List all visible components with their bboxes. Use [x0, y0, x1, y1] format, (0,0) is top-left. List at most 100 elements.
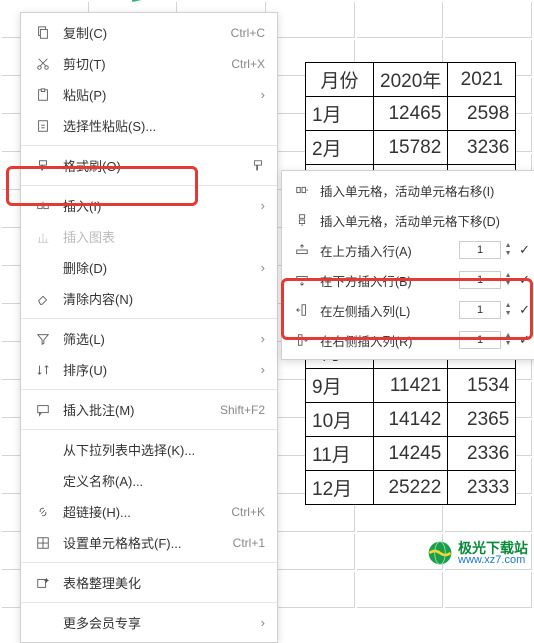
- spinner-value[interactable]: 1: [459, 271, 501, 289]
- chevron-right-icon: ›: [261, 331, 265, 346]
- col-left-spinner[interactable]: 1 ▲▼ ✓: [459, 301, 530, 319]
- menu-label: 清除内容(N): [63, 289, 265, 308]
- menu-label: 设置单元格格式(F)...: [63, 533, 233, 552]
- link-icon: [33, 505, 53, 519]
- chevron-right-icon: ›: [261, 260, 265, 275]
- menu-insert[interactable]: 插入(I) ›: [21, 190, 277, 221]
- menu-more-member[interactable]: 更多会员专享 ›: [21, 607, 277, 638]
- col-2020[interactable]: 2020年: [374, 63, 448, 97]
- scissors-icon: [33, 57, 53, 71]
- table-row: 11月142452336: [306, 437, 516, 471]
- brush-icon: [33, 159, 53, 173]
- check-icon[interactable]: ✓: [519, 272, 530, 288]
- cells-right-icon: [292, 183, 312, 197]
- table-row: 10月141422365: [306, 403, 516, 437]
- menu-format-painter[interactable]: 格式刷(O): [21, 150, 277, 181]
- row-above-icon: [292, 243, 312, 257]
- submenu-label: 在左侧插入列(L): [320, 301, 459, 320]
- menu-delete[interactable]: 删除(D) ›: [21, 252, 277, 283]
- watermark-name: 极光下载站: [458, 541, 528, 555]
- menu-sort[interactable]: 排序(U) ›: [21, 354, 277, 385]
- globe-icon: [426, 539, 454, 567]
- menu-copy[interactable]: 复制(C) Ctrl+C: [21, 17, 277, 48]
- row-below-spinner[interactable]: 1 ▲▼ ✓: [459, 271, 530, 289]
- chevron-right-icon: ›: [261, 87, 265, 102]
- sparkle-icon: [33, 576, 53, 590]
- format-painter-end-icon: [251, 159, 265, 173]
- spinner-up-icon[interactable]: ▲: [503, 272, 513, 280]
- sort-icon: [33, 363, 53, 377]
- menu-cut[interactable]: 剪切(T) Ctrl+X: [21, 48, 277, 79]
- watermark-url: www.xz7.com: [458, 555, 528, 566]
- submenu-insert-col-right[interactable]: 在右侧插入列(R) 1 ▲▼ ✓: [282, 325, 534, 355]
- table-row: 2月157823236: [306, 131, 516, 165]
- spinner-up-icon[interactable]: ▲: [503, 242, 513, 250]
- spinner-up-icon[interactable]: ▲: [503, 332, 513, 340]
- menu-label: 粘贴(P): [63, 85, 253, 104]
- spinner-down-icon[interactable]: ▼: [503, 250, 513, 258]
- menu-label: 超链接(H)...: [63, 502, 231, 521]
- check-icon[interactable]: ✓: [519, 302, 530, 318]
- col-right-spinner[interactable]: 1 ▲▼ ✓: [459, 331, 530, 349]
- menu-label: 表格整理美化: [63, 573, 265, 592]
- submenu-label: 插入单元格，活动单元格下移(D): [320, 211, 530, 230]
- menu-filter[interactable]: 筛选(L) ›: [21, 323, 277, 354]
- menu-paste[interactable]: 粘贴(P) ›: [21, 79, 277, 110]
- submenu-insert-col-left[interactable]: 在左侧插入列(L) 1 ▲▼ ✓: [282, 295, 534, 325]
- spinner-value[interactable]: 1: [459, 301, 501, 319]
- submenu-label: 在右侧插入列(R): [320, 331, 459, 350]
- submenu-insert-row-below[interactable]: 在下方插入行(B) 1 ▲▼ ✓: [282, 265, 534, 295]
- menu-label: 插入图表: [63, 227, 265, 246]
- menu-table-beautify[interactable]: 表格整理美化: [21, 567, 277, 598]
- menu-label: 定义名称(A)...: [63, 471, 265, 490]
- submenu-insert-cells-down[interactable]: 插入单元格，活动单元格下移(D): [282, 205, 534, 235]
- spinner-down-icon[interactable]: ▼: [503, 280, 513, 288]
- menu-shortcut: Ctrl+K: [231, 505, 265, 519]
- menu-insert-chart: 插入图表: [21, 221, 277, 252]
- menu-shortcut: Shift+F2: [220, 403, 265, 417]
- col-2021[interactable]: 2021: [448, 63, 516, 97]
- menu-define-name[interactable]: 定义名称(A)...: [21, 465, 277, 496]
- table-header-row: 月份 2020年 2021: [306, 63, 516, 97]
- row-above-spinner[interactable]: 1 ▲▼ ✓: [459, 241, 530, 259]
- check-icon[interactable]: ✓: [519, 332, 530, 348]
- spinner-down-icon[interactable]: ▼: [503, 340, 513, 348]
- table-row: 9月114211534: [306, 369, 516, 403]
- submenu-insert-cells-right[interactable]: 插入单元格，活动单元格右移(I): [282, 175, 534, 205]
- menu-paste-special[interactable]: 选择性粘贴(S)...: [21, 110, 277, 141]
- menu-separator: [21, 145, 277, 146]
- copy-icon: [33, 26, 53, 40]
- spinner-down-icon[interactable]: ▼: [503, 310, 513, 318]
- check-icon[interactable]: ✓: [519, 242, 530, 258]
- menu-label: 格式刷(O): [63, 156, 251, 175]
- comment-icon: [33, 403, 53, 417]
- submenu-label: 在下方插入行(B): [320, 271, 459, 290]
- chart-icon: [33, 230, 53, 244]
- watermark: 极光下载站 www.xz7.com: [426, 539, 528, 567]
- context-menu: 复制(C) Ctrl+C 剪切(T) Ctrl+X 粘贴(P) › 选择性粘贴(…: [20, 12, 278, 643]
- col-month[interactable]: 月份: [306, 63, 374, 97]
- col-right-icon: [292, 333, 312, 347]
- menu-dropdown-select[interactable]: 从下拉列表中选择(K)...: [21, 434, 277, 465]
- menu-label: 删除(D): [63, 258, 253, 277]
- funnel-icon: [33, 332, 53, 346]
- menu-shortcut: Ctrl+C: [231, 26, 265, 40]
- menu-label: 复制(C): [63, 23, 231, 42]
- paste-special-icon: [33, 119, 53, 133]
- menu-separator: [21, 185, 277, 186]
- menu-label: 插入批注(M): [63, 400, 220, 419]
- menu-label: 剪切(T): [63, 54, 231, 73]
- insert-submenu: 插入单元格，活动单元格右移(I) 插入单元格，活动单元格下移(D) 在上方插入行…: [281, 170, 534, 360]
- menu-insert-comment[interactable]: 插入批注(M) Shift+F2: [21, 394, 277, 425]
- spinner-value[interactable]: 1: [459, 331, 501, 349]
- menu-hyperlink[interactable]: 超链接(H)... Ctrl+K: [21, 496, 277, 527]
- submenu-insert-row-above[interactable]: 在上方插入行(A) 1 ▲▼ ✓: [282, 235, 534, 265]
- submenu-label: 插入单元格，活动单元格右移(I): [320, 181, 530, 200]
- menu-label: 选择性粘贴(S)...: [63, 116, 265, 135]
- spinner-up-icon[interactable]: ▲: [503, 302, 513, 310]
- menu-format-cells[interactable]: 设置单元格格式(F)... Ctrl+1: [21, 527, 277, 558]
- chevron-right-icon: ›: [261, 362, 265, 377]
- spinner-value[interactable]: 1: [459, 241, 501, 259]
- menu-separator: [21, 429, 277, 430]
- menu-clear[interactable]: 清除内容(N): [21, 283, 277, 314]
